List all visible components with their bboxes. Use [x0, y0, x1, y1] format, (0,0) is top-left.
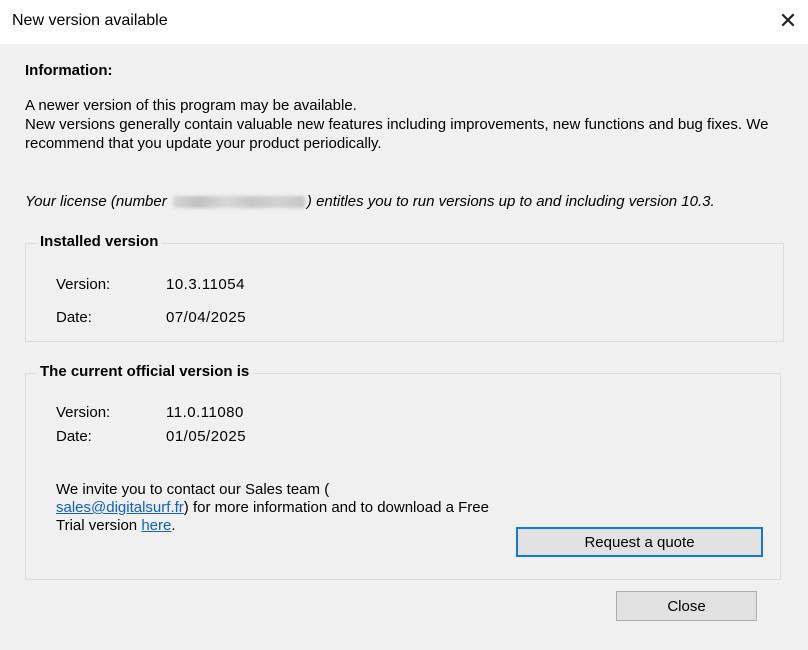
close-button[interactable]: Close [616, 591, 757, 621]
sales-invite-text: We invite you to contact our Sales team … [56, 481, 516, 535]
installed-version-title: Installed version [36, 233, 163, 250]
invite-text-part-1: We invite you to contact our Sales team … [56, 481, 330, 498]
license-number-redacted [172, 196, 305, 209]
license-suffix: ) entitles you to run versions up to and… [306, 193, 715, 210]
trial-download-link[interactable]: here [141, 517, 171, 534]
information-heading: Information: [25, 62, 113, 79]
invite-text-part-3: . [171, 517, 176, 534]
license-line: Your license (number ) entitles you to r… [25, 193, 715, 210]
window-title: New version available [12, 12, 168, 29]
sales-email-link[interactable]: sales@digitalsurf.fr [56, 499, 184, 516]
official-date-value: 01/05/2025 [166, 428, 247, 445]
official-date-label: Date: [56, 428, 92, 445]
request-quote-button[interactable]: Request a quote [516, 527, 763, 557]
license-prefix: Your license (number [25, 193, 167, 210]
installed-date-value: 07/04/2025 [166, 309, 247, 326]
official-version-value: 11.0.11080 [166, 404, 244, 421]
information-text: A newer version of this program may be a… [25, 96, 785, 153]
installed-version-group: Installed version Version: 10.3.11054 Da… [25, 233, 784, 342]
information-line-2: New versions generally contain valuable … [25, 116, 769, 152]
title-bar: New version available ✕ [0, 0, 808, 44]
installed-version-value: 10.3.11054 [166, 276, 245, 293]
close-icon[interactable]: ✕ [772, 5, 804, 37]
information-line-1: A newer version of this program may be a… [25, 97, 357, 114]
installed-date-label: Date: [56, 309, 92, 326]
installed-version-label: Version: [56, 276, 111, 293]
official-version-title: The current official version is [36, 363, 254, 380]
official-version-label: Version: [56, 404, 111, 421]
